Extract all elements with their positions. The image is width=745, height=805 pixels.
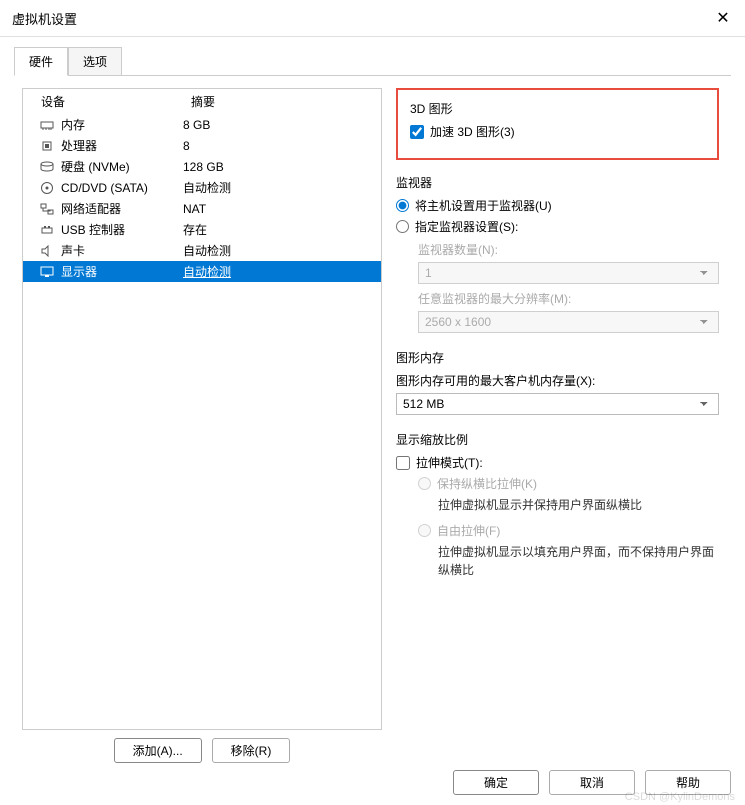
usb-icon xyxy=(39,223,55,237)
left-panel: 设备 摘要 内存 8 GB 处理器 8 xyxy=(22,88,382,763)
right-panel: 3D 图形 加速 3D 图形(3) 监视器 将主机设置用于监视器(U) 指定监视… xyxy=(396,88,723,763)
section-monitor: 监视器 将主机设置用于监视器(U) 指定监视器设置(S): 监视器数量(N): … xyxy=(396,174,719,333)
cancel-button[interactable]: 取消 xyxy=(549,770,635,795)
device-row-memory[interactable]: 内存 8 GB xyxy=(23,114,381,135)
list-header: 设备 摘要 xyxy=(23,89,381,114)
device-summary: 8 xyxy=(183,139,373,153)
use-host-label: 将主机设置用于监视器(U) xyxy=(415,197,552,214)
tab-bar: 硬件 选项 xyxy=(0,37,745,75)
specify-monitor-row[interactable]: 指定监视器设置(S): xyxy=(396,218,719,235)
display-icon xyxy=(39,265,55,279)
monitor-count-label: 监视器数量(N): xyxy=(418,241,719,258)
sound-icon xyxy=(39,244,55,258)
specify-monitor-radio[interactable] xyxy=(396,220,409,233)
titlebar: 虚拟机设置 ✕ xyxy=(0,0,745,37)
device-row-cddvd[interactable]: CD/DVD (SATA) 自动检测 xyxy=(23,177,381,198)
free-stretch-radio xyxy=(418,524,431,537)
device-name: 网络适配器 xyxy=(61,200,121,217)
device-name: CD/DVD (SATA) xyxy=(61,181,148,195)
device-summary: 自动检测 xyxy=(183,179,373,196)
monitor-sub-settings: 监视器数量(N): 1 任意监视器的最大分辨率(M): 2560 x 1600 xyxy=(418,241,719,333)
keep-aspect-label: 保持纵横比拉伸(K) xyxy=(437,475,537,492)
device-summary: NAT xyxy=(183,202,373,216)
device-name: 硬盘 (NVMe) xyxy=(61,158,130,175)
accelerate-3d-row[interactable]: 加速 3D 图形(3) xyxy=(410,123,705,140)
max-res-label: 任意监视器的最大分辨率(M): xyxy=(418,290,719,307)
ok-button[interactable]: 确定 xyxy=(453,770,539,795)
device-row-hdd[interactable]: 硬盘 (NVMe) 128 GB xyxy=(23,156,381,177)
tab-options[interactable]: 选项 xyxy=(68,47,122,75)
cpu-icon xyxy=(39,139,55,153)
window-title: 虚拟机设置 xyxy=(12,9,77,28)
content-area: 设备 摘要 内存 8 GB 处理器 8 xyxy=(14,75,731,775)
free-stretch-desc: 拉伸虚拟机显示以填充用户界面，而不保持用户界面纵横比 xyxy=(438,543,719,579)
specify-monitor-label: 指定监视器设置(S): xyxy=(415,218,518,235)
section-3d-graphics: 3D 图形 加速 3D 图形(3) xyxy=(396,88,719,160)
section-title-gmem: 图形内存 xyxy=(396,349,719,366)
device-summary: 存在 xyxy=(183,221,373,238)
use-host-row[interactable]: 将主机设置用于监视器(U) xyxy=(396,197,719,214)
disc-icon xyxy=(39,181,55,195)
stretch-mode-row[interactable]: 拉伸模式(T): xyxy=(396,454,719,471)
use-host-radio[interactable] xyxy=(396,199,409,212)
hdd-icon xyxy=(39,160,55,174)
add-button[interactable]: 添加(A)... xyxy=(114,738,202,763)
section-title-scale: 显示缩放比例 xyxy=(396,431,719,448)
device-summary: 自动检测 xyxy=(183,242,373,259)
keep-aspect-radio xyxy=(418,477,431,490)
section-scale: 显示缩放比例 拉伸模式(T): 保持纵横比拉伸(K) 拉伸虚拟机显示并保持用户界… xyxy=(396,431,719,579)
memory-icon xyxy=(39,118,55,132)
accelerate-3d-checkbox[interactable] xyxy=(410,125,424,139)
device-name: 内存 xyxy=(61,116,85,133)
accelerate-3d-label: 加速 3D 图形(3) xyxy=(430,123,515,140)
stretch-mode-label: 拉伸模式(T): xyxy=(416,454,483,471)
device-row-sound[interactable]: 声卡 自动检测 xyxy=(23,240,381,261)
tab-hardware[interactable]: 硬件 xyxy=(14,47,68,76)
free-stretch-label: 自由拉伸(F) xyxy=(437,522,500,539)
device-list[interactable]: 设备 摘要 内存 8 GB 处理器 8 xyxy=(22,88,382,730)
device-name: 声卡 xyxy=(61,242,85,259)
keep-aspect-row: 保持纵横比拉伸(K) xyxy=(418,475,719,492)
device-summary: 自动检测 xyxy=(183,263,373,280)
gmem-select[interactable]: 512 MB xyxy=(396,393,719,415)
gmem-label: 图形内存可用的最大客户机内存量(X): xyxy=(396,372,719,389)
device-name: USB 控制器 xyxy=(61,221,125,238)
device-row-display[interactable]: 显示器 自动检测 xyxy=(23,261,381,282)
device-summary: 8 GB xyxy=(183,118,373,132)
stretch-options: 保持纵横比拉伸(K) 拉伸虚拟机显示并保持用户界面纵横比 自由拉伸(F) 拉伸虚… xyxy=(418,475,719,579)
device-name: 处理器 xyxy=(61,137,97,154)
keep-aspect-desc: 拉伸虚拟机显示并保持用户界面纵横比 xyxy=(438,496,719,514)
watermark: CSDN @KylinDemons xyxy=(625,791,735,803)
device-row-usb[interactable]: USB 控制器 存在 xyxy=(23,219,381,240)
header-device: 设备 xyxy=(41,93,191,110)
free-stretch-row: 自由拉伸(F) xyxy=(418,522,719,539)
device-row-processor[interactable]: 处理器 8 xyxy=(23,135,381,156)
max-res-select: 2560 x 1600 xyxy=(418,311,719,333)
device-summary: 128 GB xyxy=(183,160,373,174)
header-summary: 摘要 xyxy=(191,93,373,110)
section-title-monitor: 监视器 xyxy=(396,174,719,191)
left-buttons: 添加(A)... 移除(R) xyxy=(22,738,382,763)
stretch-mode-checkbox[interactable] xyxy=(396,456,410,470)
device-row-network[interactable]: 网络适配器 NAT xyxy=(23,198,381,219)
close-icon[interactable]: ✕ xyxy=(711,6,735,30)
device-name: 显示器 xyxy=(61,263,97,280)
network-icon xyxy=(39,202,55,216)
monitor-count-select: 1 xyxy=(418,262,719,284)
section-title-3d: 3D 图形 xyxy=(410,100,705,117)
remove-button[interactable]: 移除(R) xyxy=(212,738,291,763)
section-graphics-memory: 图形内存 图形内存可用的最大客户机内存量(X): 512 MB xyxy=(396,349,719,415)
